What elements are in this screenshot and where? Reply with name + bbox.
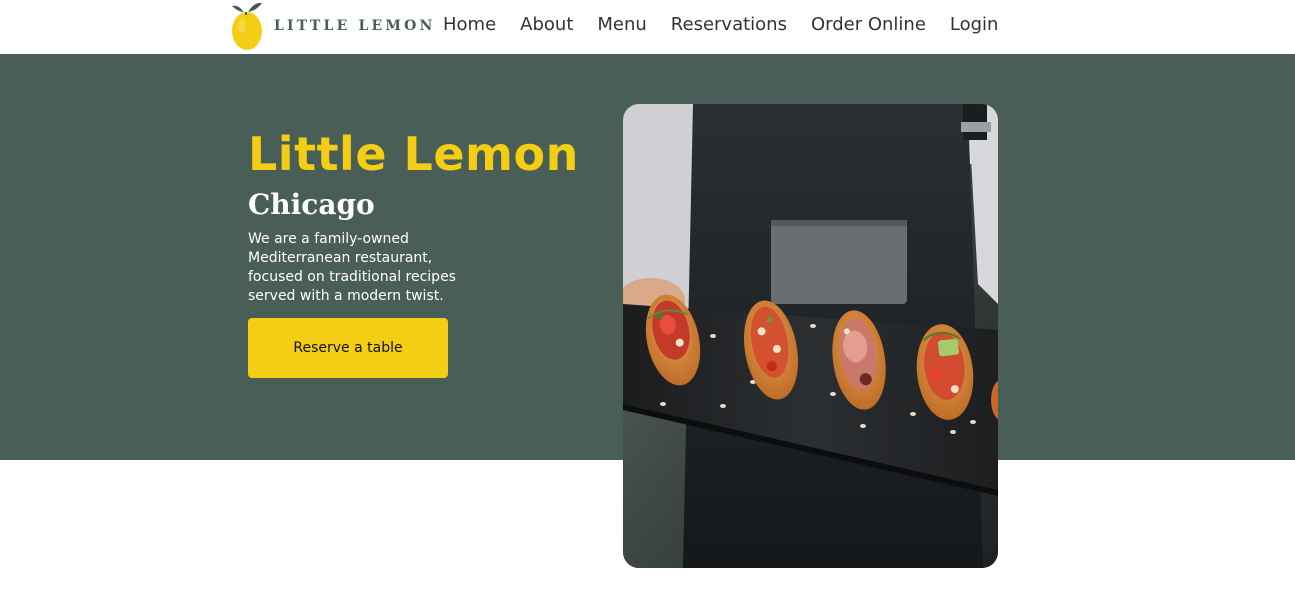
hero-subtitle: Chicago bbox=[248, 188, 375, 222]
nav-link-login[interactable]: Login bbox=[950, 14, 999, 35]
main-nav: Home About Menu Reservations Order Onlin… bbox=[443, 14, 998, 35]
hero-title: Little Lemon bbox=[248, 126, 579, 181]
hero-description: We are a family-owned Mediterranean rest… bbox=[248, 231, 456, 304]
hero-photo-illustration bbox=[623, 104, 998, 568]
page: LITTLE LEMON Home About Menu Reservation… bbox=[0, 0, 1295, 607]
reserve-table-button[interactable]: Reserve a table bbox=[248, 318, 448, 378]
nav-link-about[interactable]: About bbox=[520, 14, 573, 35]
logo[interactable]: LITTLE LEMON bbox=[230, 0, 435, 52]
nav-link-order-online[interactable]: Order Online bbox=[811, 14, 926, 35]
site-header: LITTLE LEMON Home About Menu Reservation… bbox=[0, 0, 1295, 54]
nav-link-home[interactable]: Home bbox=[443, 14, 496, 35]
lemon-icon bbox=[232, 2, 262, 50]
nav-link-menu[interactable]: Menu bbox=[597, 14, 646, 35]
logo-text: LITTLE LEMON bbox=[274, 18, 436, 34]
hero-image bbox=[623, 104, 998, 568]
nav-link-reservations[interactable]: Reservations bbox=[671, 14, 787, 35]
